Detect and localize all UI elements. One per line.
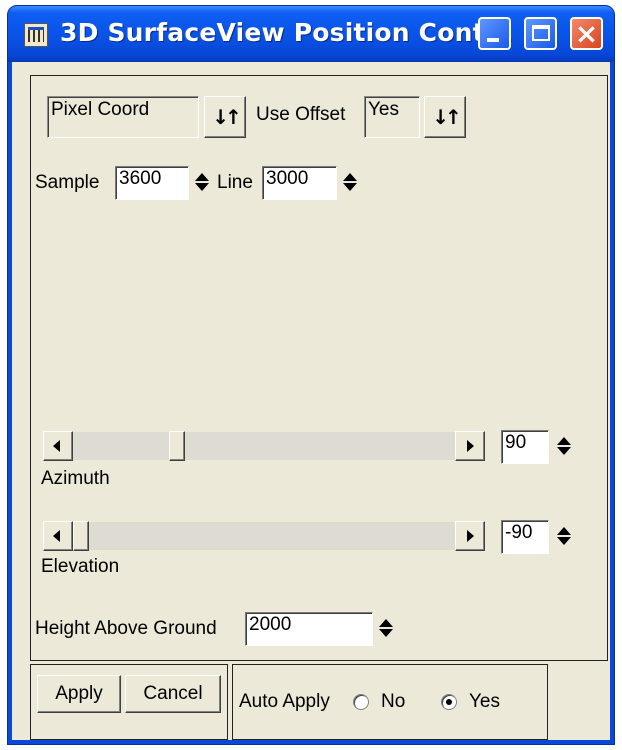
azimuth-spinner-icon[interactable]	[555, 436, 573, 458]
action-buttons-panel: Apply Cancel	[30, 664, 228, 740]
app-icon	[24, 23, 48, 47]
auto-apply-yes-radio[interactable]	[441, 694, 457, 710]
azimuth-left-arrow-button[interactable]	[43, 431, 73, 461]
use-offset-value: Yes	[368, 99, 399, 120]
close-button[interactable]: ×	[570, 17, 603, 50]
elevation-slider-track[interactable]	[43, 522, 485, 550]
up-down-arrows-icon: ↓↑	[212, 105, 241, 129]
azimuth-slider-track[interactable]	[43, 432, 485, 460]
sample-spinner-icon[interactable]	[193, 172, 211, 194]
auto-apply-panel: Auto Apply No Yes	[232, 664, 548, 740]
auto-apply-no-label: No	[381, 691, 406, 712]
elevation-left-arrow-button[interactable]	[43, 521, 73, 551]
cancel-button[interactable]: Cancel	[125, 675, 221, 713]
line-spinner-icon[interactable]	[341, 172, 359, 194]
use-offset-label: Use Offset	[256, 104, 346, 125]
azimuth-slider-thumb[interactable]	[169, 431, 185, 461]
elevation-label: Elevation	[41, 556, 120, 577]
auto-apply-no-radio[interactable]	[353, 694, 369, 710]
height-label: Height Above Ground	[35, 618, 217, 639]
minimize-icon	[487, 38, 499, 42]
line-input[interactable]: 3000	[262, 166, 337, 200]
maximize-icon	[532, 25, 550, 41]
azimuth-label: Azimuth	[41, 468, 110, 489]
sample-input[interactable]: 3600	[115, 166, 189, 200]
up-down-arrows-icon: ↓↑	[432, 105, 461, 129]
coord-mode-toggle-button[interactable]: ↓↑	[204, 96, 246, 138]
use-offset-toggle-button[interactable]: ↓↑	[424, 96, 466, 138]
client-area: Pixel Coord ↓↑ Use Offset Yes ↓↑ Sample …	[12, 62, 610, 740]
elevation-spinner-icon[interactable]	[555, 526, 573, 548]
position-panel: Pixel Coord ↓↑ Use Offset Yes ↓↑ Sample …	[30, 75, 608, 661]
sample-label: Sample	[35, 172, 100, 193]
height-spinner-icon[interactable]	[377, 618, 395, 640]
title-bar[interactable]: 3D SurfaceView Position Cont... ×	[8, 6, 614, 62]
auto-apply-label: Auto Apply	[239, 691, 330, 712]
line-label: Line	[217, 172, 253, 193]
height-input[interactable]: 2000	[245, 612, 373, 646]
window: 3D SurfaceView Position Cont... × Pixel …	[7, 5, 615, 745]
elevation-right-arrow-button[interactable]	[455, 521, 485, 551]
azimuth-right-arrow-button[interactable]	[455, 431, 485, 461]
minimize-button[interactable]	[478, 17, 511, 50]
close-icon: ×	[574, 17, 599, 50]
window-title: 3D SurfaceView Position Cont...	[60, 18, 514, 47]
coord-mode-field: Pixel Coord	[47, 96, 199, 138]
use-offset-field: Yes	[364, 96, 420, 138]
maximize-button[interactable]	[524, 17, 557, 50]
coord-mode-value: Pixel Coord	[51, 99, 150, 120]
azimuth-input[interactable]: 90	[501, 430, 549, 464]
auto-apply-yes-label: Yes	[469, 691, 500, 712]
elevation-slider-thumb[interactable]	[73, 521, 89, 551]
elevation-input[interactable]: -90	[501, 520, 549, 554]
apply-button[interactable]: Apply	[37, 675, 121, 713]
